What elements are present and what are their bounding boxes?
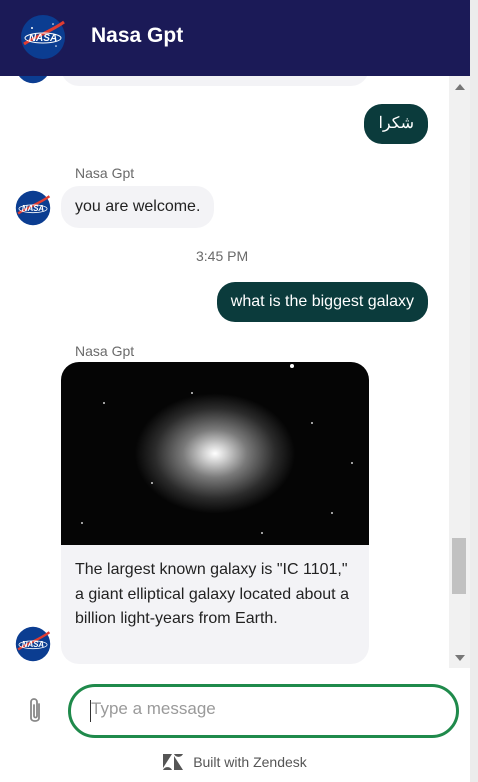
bot-sender-name: Nasa Gpt — [75, 165, 135, 181]
previous-bot-bubble — [61, 76, 369, 86]
scrollbar-thumb[interactable] — [452, 538, 466, 594]
bot-message-text: The largest known galaxy is "IC 1101," a… — [75, 561, 349, 627]
built-with-zendesk[interactable]: Built with Zendesk — [0, 754, 470, 773]
composer: Built with Zendesk — [0, 668, 470, 782]
bot-message: you are welcome. — [61, 186, 215, 228]
message-list-scrollbar[interactable] — [449, 76, 470, 668]
bot-avatar: NASA — [15, 626, 51, 662]
scroll-up-arrow-icon[interactable] — [455, 84, 465, 90]
message-input-container[interactable] — [68, 684, 459, 738]
user-message: what is the biggest galaxy — [216, 282, 428, 322]
chat-header: NASA Nasa Gpt — [0, 0, 470, 76]
galaxy-photo — [61, 362, 369, 545]
svg-text:NASA: NASA — [22, 640, 44, 649]
bot-avatar: NASA — [15, 190, 51, 226]
window-edge — [470, 0, 478, 782]
message-list[interactable]: شكرا Nasa Gpt NASA you are welcome. 3:45… — [0, 76, 449, 668]
attachment-clip-icon[interactable] — [24, 696, 46, 731]
bot-avatar — [15, 76, 51, 84]
built-with-label: Built with Zendesk — [193, 754, 307, 771]
zendesk-logo-icon — [163, 754, 184, 773]
bot-sender-name: Nasa Gpt — [75, 343, 135, 359]
scroll-down-arrow-icon[interactable] — [455, 655, 465, 661]
message-timestamp: 3:45 PM — [196, 248, 249, 264]
message-input[interactable] — [91, 699, 431, 719]
svg-text:NASA: NASA — [22, 204, 44, 213]
chat-title: Nasa Gpt — [91, 24, 184, 47]
user-message: شكرا — [364, 104, 428, 144]
bot-image-card: The largest known galaxy is "IC 1101," a… — [61, 362, 369, 664]
nasa-logo-icon: NASA — [20, 14, 66, 65]
svg-text:NASA: NASA — [29, 33, 57, 44]
